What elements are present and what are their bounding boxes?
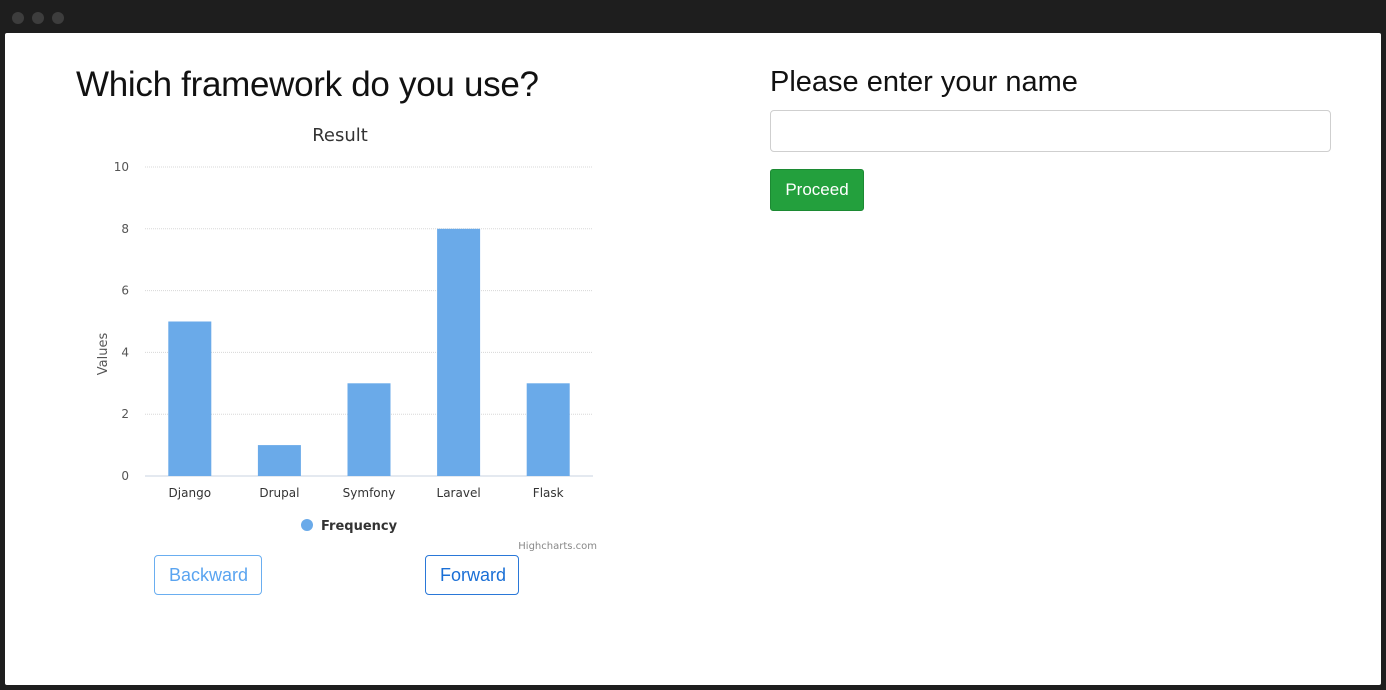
y-tick-label-8: 8 bbox=[121, 222, 129, 236]
window-title-bar bbox=[0, 0, 1386, 33]
question-title: Which framework do you use? bbox=[76, 65, 539, 104]
y-tick-label-4: 4 bbox=[121, 345, 129, 359]
y-tick-label-6: 6 bbox=[121, 284, 129, 298]
x-tick-label-django: Django bbox=[169, 486, 212, 500]
backward-button[interactable]: Backward bbox=[154, 555, 262, 595]
window-minimize-dot[interactable] bbox=[32, 12, 44, 24]
bar-laravel[interactable] bbox=[437, 228, 481, 476]
y-tick-label-10: 10 bbox=[114, 160, 129, 174]
window-close-dot[interactable] bbox=[12, 12, 24, 24]
chart-legend[interactable]: Frequency bbox=[301, 519, 398, 534]
x-tick-label-flask: Flask bbox=[533, 486, 564, 500]
y-tick-label-2: 2 bbox=[121, 407, 129, 421]
chart-y-labels: 0 2 4 6 8 10 bbox=[114, 160, 129, 483]
x-tick-label-laravel: Laravel bbox=[437, 486, 481, 500]
chart-svg: Result Django Drupal Symfony Laravel Flask 0… bbox=[96, 125, 597, 552]
chart-credit[interactable]: Highcharts.com bbox=[518, 541, 597, 552]
name-input[interactable] bbox=[770, 110, 1331, 152]
name-form-title: Please enter your name bbox=[770, 66, 1078, 98]
y-tick-label-0: 0 bbox=[121, 469, 129, 483]
proceed-button[interactable]: Proceed bbox=[770, 169, 864, 211]
result-chart: Result Django Drupal Symfony Laravel Flask 0… bbox=[85, 119, 605, 559]
y-axis-title: Values bbox=[96, 333, 111, 376]
forward-button[interactable]: Forward bbox=[425, 555, 519, 595]
bar-symfony[interactable] bbox=[347, 383, 391, 476]
chart-title: Result bbox=[312, 125, 368, 146]
page-content: Which framework do you use? Result Djang… bbox=[5, 33, 1381, 685]
bar-drupal[interactable] bbox=[257, 445, 301, 476]
bar-flask[interactable] bbox=[526, 383, 570, 476]
x-tick-label-symfony: Symfony bbox=[343, 486, 396, 500]
legend-label-frequency[interactable]: Frequency bbox=[321, 519, 398, 534]
chart-x-labels: Django Drupal Symfony Laravel Flask bbox=[169, 486, 564, 500]
legend-marker bbox=[301, 519, 313, 531]
bar-django[interactable] bbox=[168, 321, 212, 477]
window-maximize-dot[interactable] bbox=[52, 12, 64, 24]
x-tick-label-drupal: Drupal bbox=[259, 486, 299, 500]
